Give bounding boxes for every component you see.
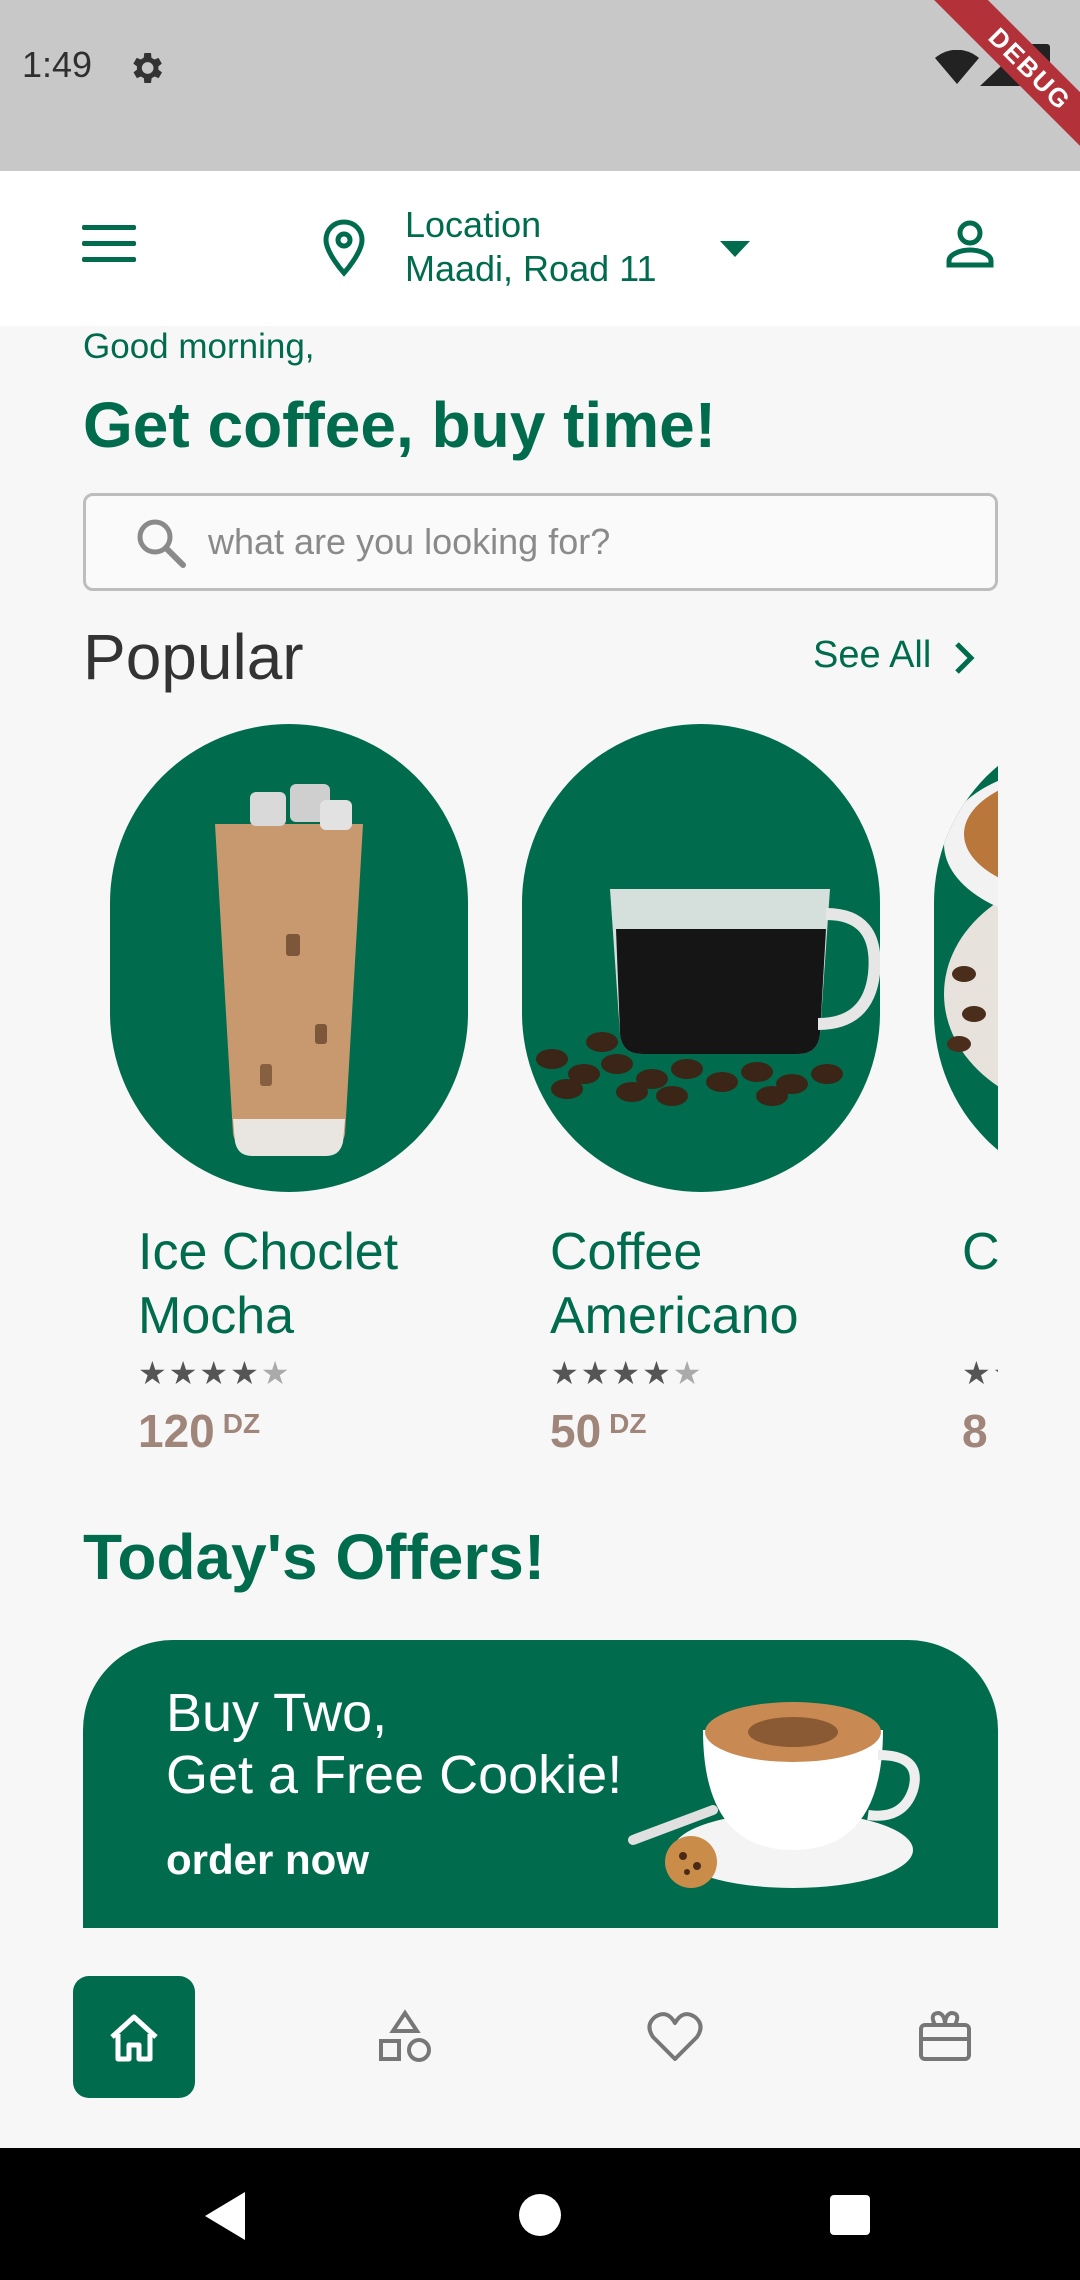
status-bar: 1:49 DEBUG xyxy=(0,0,1080,175)
order-now-button[interactable]: order now xyxy=(166,1836,369,1884)
popular-section-title: Popular xyxy=(83,621,304,693)
search-input[interactable] xyxy=(208,514,968,570)
product-image xyxy=(522,724,880,1192)
status-time: 1:49 xyxy=(22,44,93,85)
profile-icon[interactable] xyxy=(945,219,995,269)
debug-banner: DEBUG xyxy=(924,0,1080,175)
wifi-icon xyxy=(935,50,979,84)
product-price: 8 xyxy=(962,1405,988,1457)
product-card[interactable]: Ice Choclet Mocha ★★★★★ 120 DZ xyxy=(83,720,483,1480)
location-label: Location xyxy=(405,204,542,245)
rating-stars: ★★★★★ xyxy=(962,1355,998,1391)
product-name: Coffee Americano xyxy=(550,1223,799,1345)
location-pin-icon xyxy=(323,219,365,277)
offer-banner[interactable]: Buy Two, Get a Free Cookie! order now xyxy=(83,1640,998,1928)
greeting-text: Good morning, xyxy=(83,327,315,366)
rating-stars: ★★★★★ xyxy=(550,1355,704,1391)
rating-stars: ★★★★★ xyxy=(138,1355,292,1391)
bottom-navigation xyxy=(0,1928,1080,2148)
home-circle-icon[interactable] xyxy=(519,2194,561,2236)
offer-line1: Buy Two, xyxy=(166,1683,388,1743)
categories-icon xyxy=(379,2009,431,2062)
heart-icon xyxy=(647,2012,703,2061)
settings-gear-icon xyxy=(133,53,162,83)
gift-icon xyxy=(919,2010,971,2061)
americano-cup-icon xyxy=(536,889,880,1106)
recents-icon[interactable] xyxy=(830,2195,870,2235)
app-bar: Location Maadi, Road 11 xyxy=(0,171,1080,326)
see-all-link[interactable]: See All xyxy=(813,634,931,677)
location-dropdown-icon[interactable] xyxy=(720,241,750,257)
nav-favorites[interactable] xyxy=(614,1976,736,2098)
product-name: C C xyxy=(962,1223,998,1281)
search-bar[interactable] xyxy=(83,493,998,591)
coffee-cookie-icon xyxy=(628,1702,920,1888)
home-icon xyxy=(110,2014,158,2062)
offers-section-title: Today's Offers! xyxy=(83,1521,546,1593)
offer-line2: Get a Free Cookie! xyxy=(166,1745,623,1805)
chevron-right-icon[interactable] xyxy=(952,640,976,676)
menu-icon[interactable] xyxy=(82,225,136,267)
system-navigation-bar xyxy=(0,2148,1080,2280)
cappuccino-cup-icon xyxy=(944,780,998,1087)
product-name: Ice Choclet Mocha xyxy=(138,1223,399,1345)
popular-carousel[interactable]: Ice Choclet Mocha ★★★★★ 120 DZ Coffee Am… xyxy=(83,720,998,1480)
location-value[interactable]: Maadi, Road 11 xyxy=(405,248,657,290)
product-card[interactable]: C C ★★★★★ 8 xyxy=(907,720,998,1480)
product-price: 120 DZ xyxy=(138,1405,261,1457)
nav-home[interactable] xyxy=(73,1976,195,2098)
iced-mocha-glass-icon xyxy=(215,784,363,1156)
page-headline: Get coffee, buy time! xyxy=(83,389,716,461)
product-image xyxy=(110,724,468,1192)
product-card[interactable]: Coffee Americano ★★★★★ 50 DZ xyxy=(495,720,895,1480)
nav-categories[interactable] xyxy=(344,1976,466,2098)
product-price: 50 DZ xyxy=(550,1405,647,1457)
search-icon xyxy=(137,519,186,568)
back-icon[interactable] xyxy=(205,2192,245,2240)
nav-rewards[interactable] xyxy=(884,1976,1006,2098)
product-image xyxy=(934,724,998,1192)
